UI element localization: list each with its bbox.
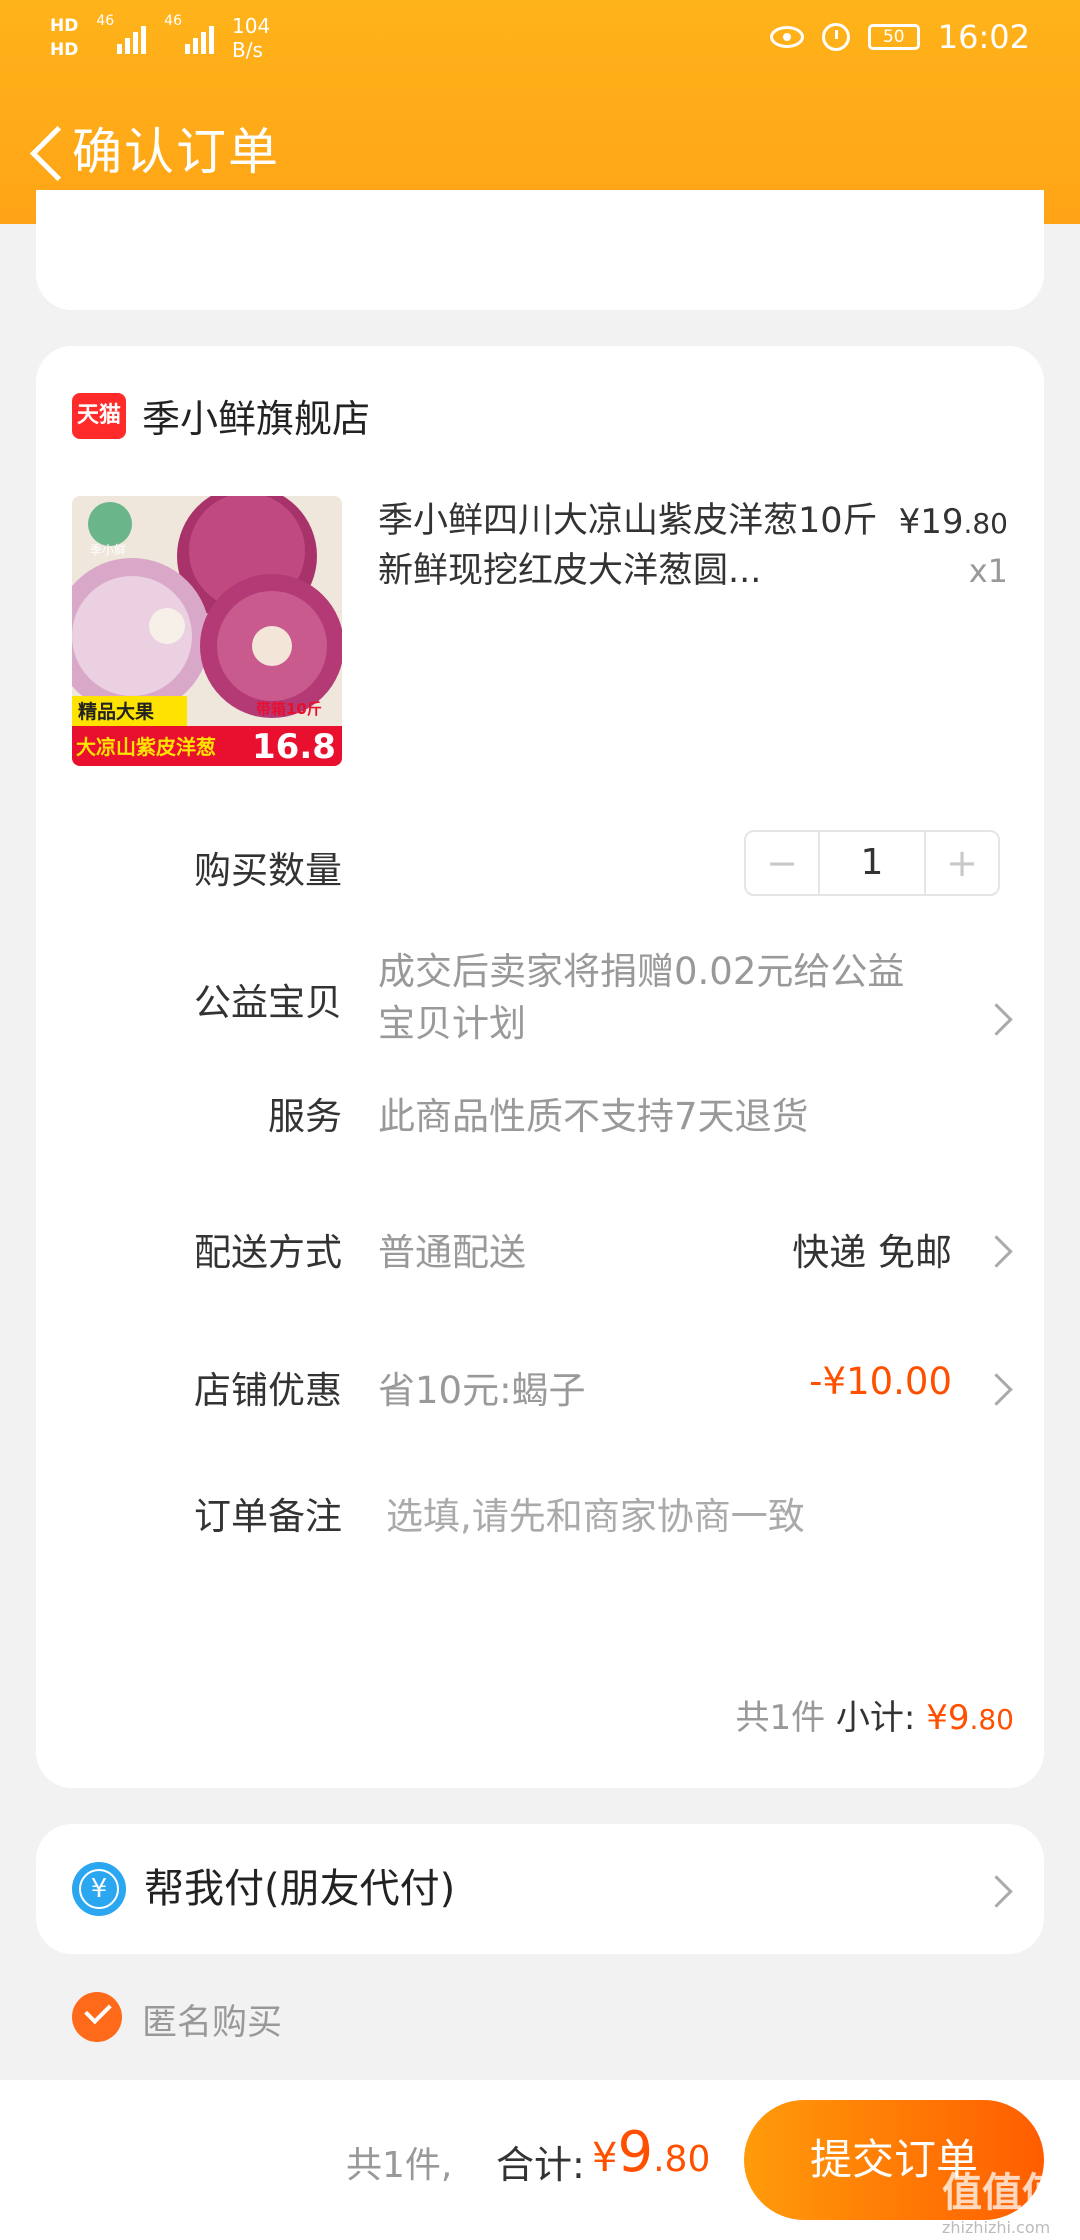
delivery-label: 配送方式	[194, 1231, 342, 1274]
discount-value: 省10元:蝎子	[378, 1369, 586, 1412]
subtotal-label: 小计:	[835, 1698, 916, 1738]
chevron-right-icon[interactable]	[980, 1235, 1013, 1268]
svg-text:带箱10斤: 带箱10斤	[256, 700, 322, 718]
status-bar: HD HD 46 46 104 B/s 50 16:02	[0, 0, 1080, 84]
chevron-right-icon[interactable]	[980, 1373, 1013, 1406]
watermark: 值值值 zhizhizhi.com	[942, 2170, 1062, 2237]
tmall-icon: 天猫	[72, 392, 126, 439]
charity-label: 公益宝贝	[194, 981, 342, 1024]
network-speed: 104 B/s	[232, 14, 271, 62]
total-label: 合计:	[496, 2143, 585, 2187]
onion-image: 精品大果 带箱10斤 大凉山紫皮洋葱 16.8 季小鲜	[72, 496, 342, 766]
hd-indicator: HD HD	[50, 16, 79, 60]
svg-text:精品大果: 精品大果	[78, 700, 154, 723]
service-value: 此商品性质不支持7天退货	[378, 1095, 809, 1138]
signal-icon-2: 46	[164, 14, 214, 54]
svg-text:16.8: 16.8	[252, 727, 336, 766]
service-label: 服务	[268, 1095, 342, 1138]
plus-button[interactable]: +	[926, 832, 998, 894]
product-image[interactable]: 精品大果 带箱10斤 大凉山紫皮洋葱 16.8 季小鲜	[72, 496, 342, 766]
order-card: 天猫 季小鲜旗舰店 精品大果 带箱10斤 大凉山紫皮洋葱 16.8 季小鲜 季小…	[36, 346, 1044, 1788]
address-card[interactable]	[36, 190, 1044, 310]
page-title: 确认订单	[72, 123, 280, 181]
product-price: ¥19.80	[898, 502, 1008, 542]
total-amount: ¥9.80	[592, 2120, 711, 2185]
delivery-value: 普通配送	[378, 1231, 526, 1274]
clock-time: 16:02	[937, 18, 1030, 56]
minus-button[interactable]: −	[746, 832, 818, 894]
chevron-right-icon[interactable]	[980, 1003, 1013, 1036]
discount-amount[interactable]: -¥10.00	[809, 1360, 952, 1403]
svg-text:大凉山紫皮洋葱: 大凉山紫皮洋葱	[76, 735, 216, 759]
subtotal-amount: ¥9.80	[926, 1698, 1014, 1738]
note-label: 订单备注	[194, 1495, 342, 1538]
quantity-stepper: − 1 +	[744, 830, 1000, 896]
shop-header[interactable]: 天猫 季小鲜旗舰店	[72, 388, 370, 443]
product-quantity: x1	[968, 552, 1008, 590]
bottom-bar: 共1件, 合计: ¥9.80 提交订单	[0, 2080, 1080, 2240]
friend-pay-label: 帮我付(朋友代付)	[144, 1866, 456, 1912]
chevron-right-icon[interactable]	[980, 1875, 1013, 1908]
discount-label: 店铺优惠	[194, 1369, 342, 1412]
yuan-coin-icon: ¥	[72, 1862, 126, 1916]
alarm-icon	[821, 23, 850, 51]
quantity-value[interactable]: 1	[818, 832, 926, 894]
signal-icon: 46	[96, 14, 147, 54]
friend-pay-row[interactable]: ¥ 帮我付(朋友代付)	[36, 1824, 1044, 1954]
product-title[interactable]: 季小鲜四川大凉山紫皮洋葱10斤新鲜现挖红皮大洋葱圆...	[378, 496, 898, 596]
total-count: 共1件,	[346, 2145, 453, 2186]
shop-name: 季小鲜旗舰店	[142, 397, 371, 441]
battery-icon: 50	[867, 24, 920, 50]
subtotal: 共1件 小计: ¥9.80	[735, 1690, 1014, 1739]
delivery-method[interactable]: 快递 免邮	[792, 1222, 952, 1276]
eye-icon	[769, 26, 804, 48]
charity-value[interactable]: 成交后卖家将捐赠0.02元给公益宝贝计划	[378, 946, 938, 1050]
anonymous-checkbox[interactable]	[72, 1992, 122, 2042]
anonymous-label: 匿名购买	[142, 2003, 283, 2043]
quantity-label: 购买数量	[194, 849, 342, 892]
svg-text:季小鲜: 季小鲜	[90, 543, 126, 557]
note-input[interactable]: 选填,请先和商家协商一致	[386, 1486, 805, 1540]
back-icon[interactable]	[22, 118, 72, 188]
subtotal-count: 共1件	[735, 1698, 826, 1738]
